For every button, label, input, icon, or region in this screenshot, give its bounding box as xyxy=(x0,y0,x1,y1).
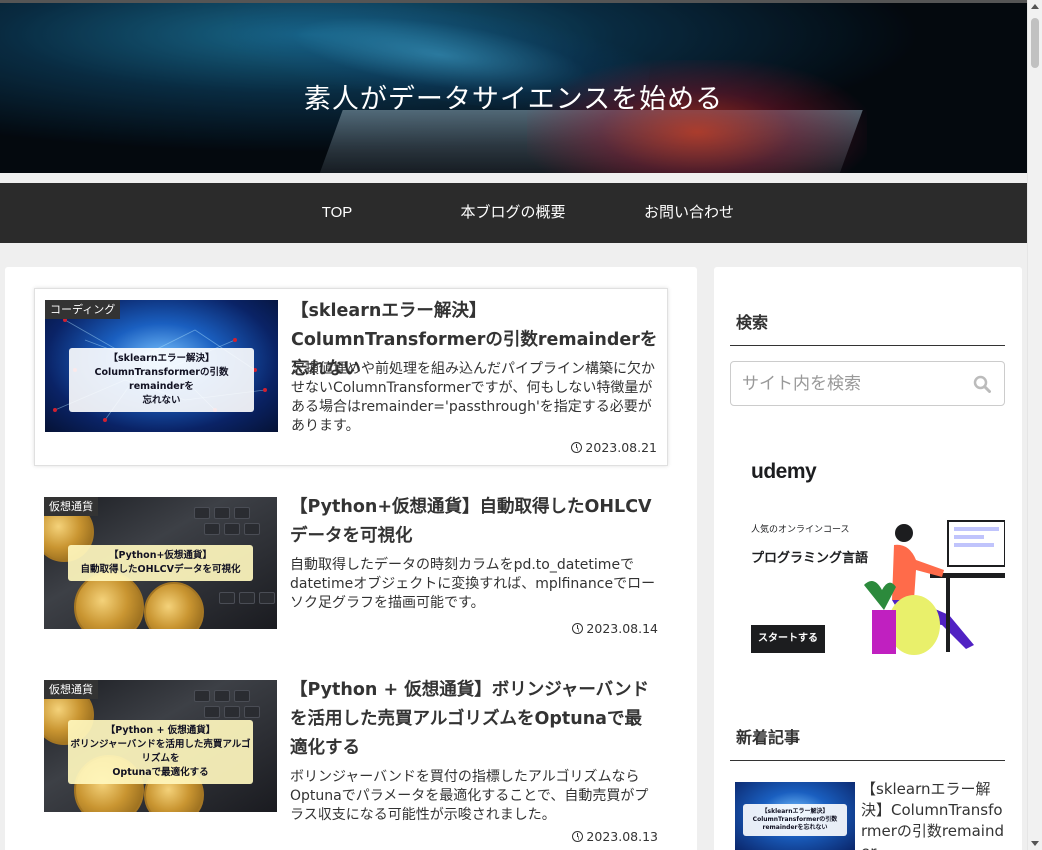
coin-shape xyxy=(144,582,204,629)
recent-thumbnail[interactable]: 【sklearnエラー解決】ColumnTransformerの引数remain… xyxy=(735,782,855,850)
article-card[interactable]: 【Python+仮想通貨】 自動取得したOHLCVデータを可視化 仮想通貨 【P… xyxy=(34,485,668,645)
recent-heading: 新着記事 xyxy=(730,724,1005,761)
global-nav: TOP 本ブログの概要 お問い合わせ xyxy=(0,183,1027,243)
recent-thumbnail-caption: 【sklearnエラー解決】ColumnTransformerの引数remain… xyxy=(743,804,847,836)
scroll-up-arrow-icon[interactable] xyxy=(1031,4,1039,9)
scrollbar-thumb[interactable] xyxy=(1031,18,1039,68)
key-shape xyxy=(194,507,210,519)
nav-item-contact[interactable]: お問い合わせ xyxy=(601,183,777,243)
key-shape xyxy=(204,706,220,718)
article-card[interactable]: 【Python + 仮想通貨】 ボリンジャーバンドを活用した売買アルゴリズムを … xyxy=(34,669,668,850)
article-date: 2023.08.21 xyxy=(571,440,657,455)
key-shape xyxy=(204,523,220,535)
site-header: 素人がデータサイエンスを始める xyxy=(0,0,1027,173)
category-label[interactable]: コーディング xyxy=(45,300,121,319)
clock-icon xyxy=(572,623,584,634)
article-snippet: 自動取得したデータの時刻カラムをpd.to_datetimeでdatetimeオ… xyxy=(290,557,656,611)
key-shape xyxy=(239,592,255,604)
ad-subtitle: 人気のオンラインコース xyxy=(751,525,850,535)
article-thumbnail[interactable]: 【Python + 仮想通貨】 ボリンジャーバンドを活用した売買アルゴリズムを … xyxy=(44,680,277,812)
article-date-text: 2023.08.21 xyxy=(585,440,657,455)
article-snippet: 欠損値埋めや前処理を組み込んだパイプライン構築に欠かせないColumnTrans… xyxy=(291,361,655,434)
top-border xyxy=(0,0,1027,3)
key-shape xyxy=(214,507,230,519)
article-date: 2023.08.14 xyxy=(572,621,658,636)
key-shape xyxy=(259,592,275,604)
ad-illustration[interactable] xyxy=(854,515,1005,660)
key-shape xyxy=(219,592,235,604)
search-box xyxy=(730,361,1005,406)
recent-article-title[interactable]: 【sklearnエラー解決】ColumnTransformerの引数remain… xyxy=(861,779,1006,850)
main-content: 【sklearnエラー解決】 ColumnTransformerの引数remai… xyxy=(5,267,697,850)
nav-item-top[interactable]: TOP xyxy=(249,183,425,243)
key-shape xyxy=(214,690,230,702)
scrollbar[interactable] xyxy=(1027,0,1042,850)
key-shape xyxy=(224,523,240,535)
site-title[interactable]: 素人がデータサイエンスを始める xyxy=(0,77,1027,116)
category-label[interactable]: 仮想通貨 xyxy=(44,497,98,516)
search-heading: 検索 xyxy=(730,309,1005,346)
article-title[interactable]: 【Python+仮想通貨】自動取得したOHLCVデータを可視化 xyxy=(290,493,658,551)
sidebar: 検索 udemy 人気のオンラインコース プログラミング言語 スタートする 新着… xyxy=(714,267,1022,850)
nav-item-about[interactable]: 本ブログの概要 xyxy=(425,183,601,243)
category-label[interactable]: 仮想通貨 xyxy=(44,680,98,699)
clock-icon xyxy=(571,442,583,453)
scroll-down-arrow-icon[interactable] xyxy=(1031,841,1039,846)
article-date-text: 2023.08.13 xyxy=(586,829,658,844)
article-title[interactable]: 【Python + 仮想通貨】ボリンジャーバンドを活用した売買アルゴリズムをOp… xyxy=(290,676,658,763)
key-shape xyxy=(234,690,250,702)
clock-icon xyxy=(572,831,584,842)
search-input[interactable] xyxy=(731,362,961,405)
key-shape xyxy=(224,706,240,718)
thumbnail-caption: 【Python+仮想通貨】 自動取得したOHLCVデータを可視化 xyxy=(68,545,253,581)
article-snippet: ボリンジャーバンドを買付の指標したアルゴリズムならOptunaでパラメータを最適… xyxy=(290,769,649,823)
key-shape xyxy=(244,706,260,718)
thumbnail-caption: 【Python + 仮想通貨】 ボリンジャーバンドを活用した売買アルゴリズムを … xyxy=(68,720,253,784)
article-thumbnail[interactable]: 【Python+仮想通貨】 自動取得したOHLCVデータを可視化 xyxy=(44,497,277,629)
article-thumbnail[interactable]: 【sklearnエラー解決】 ColumnTransformerの引数remai… xyxy=(45,300,278,432)
article-date: 2023.08.13 xyxy=(572,829,658,844)
key-shape xyxy=(194,690,210,702)
key-shape xyxy=(234,507,250,519)
article-card[interactable]: 【sklearnエラー解決】 ColumnTransformerの引数remai… xyxy=(34,288,668,466)
ad-title: プログラミング言語 xyxy=(751,551,869,566)
article-date-text: 2023.08.14 xyxy=(586,621,658,636)
ad-start-button[interactable]: スタートする xyxy=(751,625,825,653)
key-shape xyxy=(244,523,260,535)
thumbnail-caption: 【sklearnエラー解決】 ColumnTransformerの引数remai… xyxy=(69,348,254,412)
search-icon[interactable] xyxy=(973,375,991,393)
udemy-logo[interactable]: udemy xyxy=(751,460,817,484)
